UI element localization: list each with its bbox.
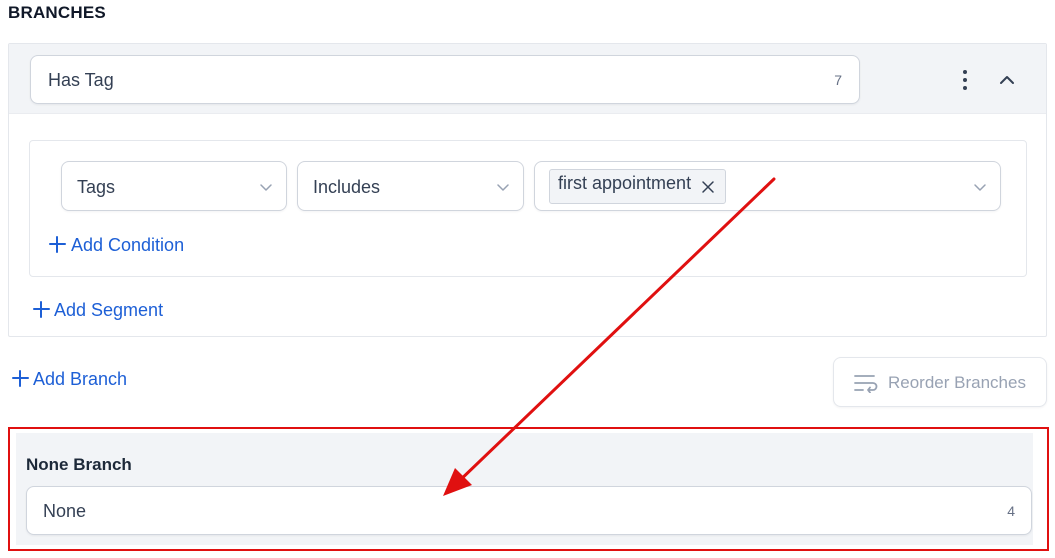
segment-box: Tags Includes first appointment Add Cond… [29, 140, 1027, 277]
condition-operator-select[interactable]: Includes [297, 161, 524, 211]
chevron-up-icon[interactable] [995, 68, 1019, 92]
branch-name-value: Has Tag [48, 70, 114, 90]
plus-icon [49, 236, 66, 253]
branch-header: Has Tag 7 [9, 44, 1046, 114]
none-branch-highlight: None Branch None 4 [8, 427, 1049, 551]
reorder-branches-button[interactable]: Reorder Branches [833, 357, 1047, 407]
chevron-down-icon [260, 184, 272, 191]
condition-field-select[interactable]: Tags [61, 161, 287, 211]
none-branch-name-value: None [43, 501, 87, 521]
condition-field-value: Tags [77, 177, 116, 197]
add-condition-button[interactable]: Add Condition [71, 235, 184, 256]
none-branch-name-input[interactable]: None 4 [26, 486, 1032, 535]
reorder-branches-label: Reorder Branches [888, 373, 1026, 392]
none-branch-panel: None Branch None 4 [16, 433, 1033, 545]
branch-card: Has Tag 7 Tags Includes first appointmen… [8, 43, 1047, 337]
add-branch-button[interactable]: Add Branch [33, 369, 127, 390]
branch-name-input[interactable]: Has Tag 7 [30, 55, 860, 104]
tag-chip-label: first appointment [558, 173, 692, 193]
chevron-down-icon [497, 184, 509, 191]
plus-icon [33, 301, 50, 318]
add-segment-button[interactable]: Add Segment [54, 300, 163, 321]
section-title: BRANCHES [8, 3, 106, 22]
chevron-down-icon [974, 184, 986, 191]
none-branch-count: 4 [1007, 503, 1015, 519]
branch-count: 7 [834, 72, 842, 88]
none-branch-title: None Branch [26, 455, 132, 474]
plus-icon [12, 370, 29, 387]
reorder-icon [854, 375, 878, 393]
tag-chip: first appointment [549, 169, 727, 204]
condition-values-select[interactable]: first appointment [534, 161, 1001, 211]
close-icon[interactable] [701, 180, 715, 194]
kebab-menu-icon[interactable] [953, 68, 977, 92]
condition-operator-value: Includes [313, 177, 381, 197]
